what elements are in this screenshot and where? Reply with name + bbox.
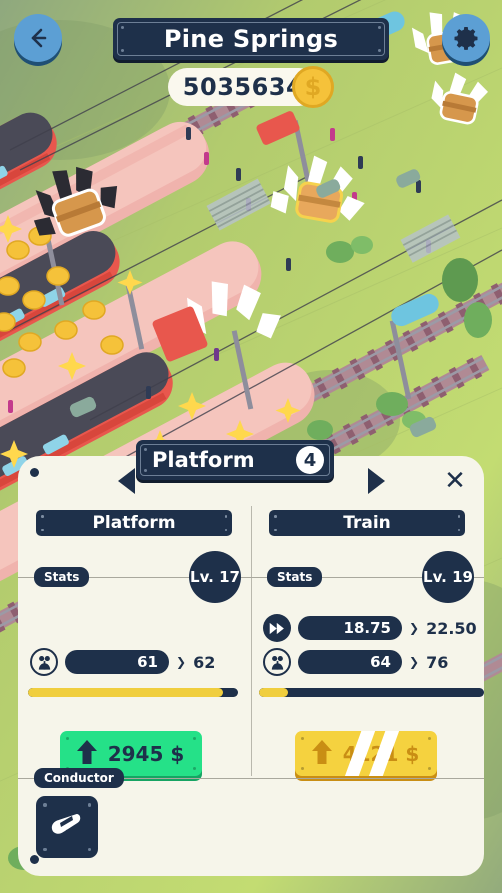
platform-column-label: Platform	[92, 513, 176, 533]
platform-column-header: Platform	[36, 510, 232, 536]
platform-capacity-next: 62	[193, 652, 216, 672]
platform-progress-fill	[28, 688, 224, 697]
top-hud: Pine Springs 5035634 $	[0, 0, 502, 130]
platform-level-badge: Lv. 17	[189, 551, 241, 603]
stat-arrow-icon: ❯	[409, 621, 420, 635]
train-speed-stat: 18.75 ❯ 22.50	[263, 614, 477, 642]
train-column-label: Train	[343, 513, 391, 533]
coin-icon: $	[292, 66, 334, 108]
conductor-slot-card[interactable]	[36, 796, 98, 858]
coin-balance: 5035634 $	[168, 66, 334, 108]
platform-stats-tag: Stats	[34, 567, 90, 587]
train-capacity-current: 64	[298, 650, 402, 674]
station-title-plate: Pine Springs	[113, 18, 389, 60]
speed-icon	[263, 614, 291, 642]
train-column-header: Train	[269, 510, 465, 536]
plate-rivet	[121, 26, 124, 29]
train-stats-row: Stats Lv. 19	[251, 551, 484, 606]
train-capacity-stat: 64 ❯ 76	[263, 648, 448, 676]
panel-title: Platform	[152, 448, 255, 472]
train-stats-tag: Stats	[267, 567, 323, 587]
gear-icon	[454, 26, 478, 50]
train-speed-current: 18.75	[298, 616, 402, 640]
settings-button[interactable]	[442, 14, 490, 62]
stat-arrow-icon: ❯	[176, 655, 187, 669]
back-arrow-icon	[31, 28, 47, 48]
next-platform-button[interactable]	[368, 468, 385, 494]
platform-progress-bar	[28, 688, 238, 697]
upgrade-arrow-icon	[76, 739, 98, 769]
stat-arrow-icon: ❯	[409, 655, 420, 669]
train-progress-bar	[259, 688, 484, 697]
plate-rivet	[144, 448, 147, 451]
platform-stats-row: Stats Lv. 17	[18, 551, 251, 606]
platform-capacity-stat: 61 ❯ 62	[30, 648, 215, 676]
plate-rivet	[144, 469, 147, 472]
plate-rivet	[378, 26, 381, 29]
station-title: Pine Springs	[163, 25, 339, 53]
platform-capacity-current: 61	[65, 650, 169, 674]
train-progress-fill	[259, 688, 289, 697]
passengers-icon	[30, 648, 58, 676]
conductor-tag: Conductor	[34, 768, 124, 788]
conductor-whistle-icon	[51, 814, 81, 835]
conductor-section: Conductor	[18, 768, 484, 876]
plate-rivet	[378, 49, 381, 52]
passengers-icon	[263, 648, 291, 676]
platform-upgrade-price: 2945 $	[107, 741, 185, 766]
close-panel-button[interactable]: ✕	[438, 464, 472, 498]
train-speed-next: 22.50	[426, 618, 477, 638]
previous-platform-button[interactable]	[118, 468, 135, 494]
plate-rivet	[121, 49, 124, 52]
coin-amount: 5035634	[182, 73, 304, 101]
train-capacity-next: 76	[426, 652, 449, 672]
platform-detail-panel: ✕ Platform Stats Lv. 17 61 ❯ 62 2945 $ T…	[18, 456, 484, 876]
train-level-badge: Lv. 19	[422, 551, 474, 603]
upgrade-arrow-icon	[311, 739, 333, 769]
panel-header-plate: Platform 4	[136, 440, 334, 480]
back-button[interactable]	[14, 14, 62, 62]
platform-number-badge: 4	[296, 446, 324, 474]
